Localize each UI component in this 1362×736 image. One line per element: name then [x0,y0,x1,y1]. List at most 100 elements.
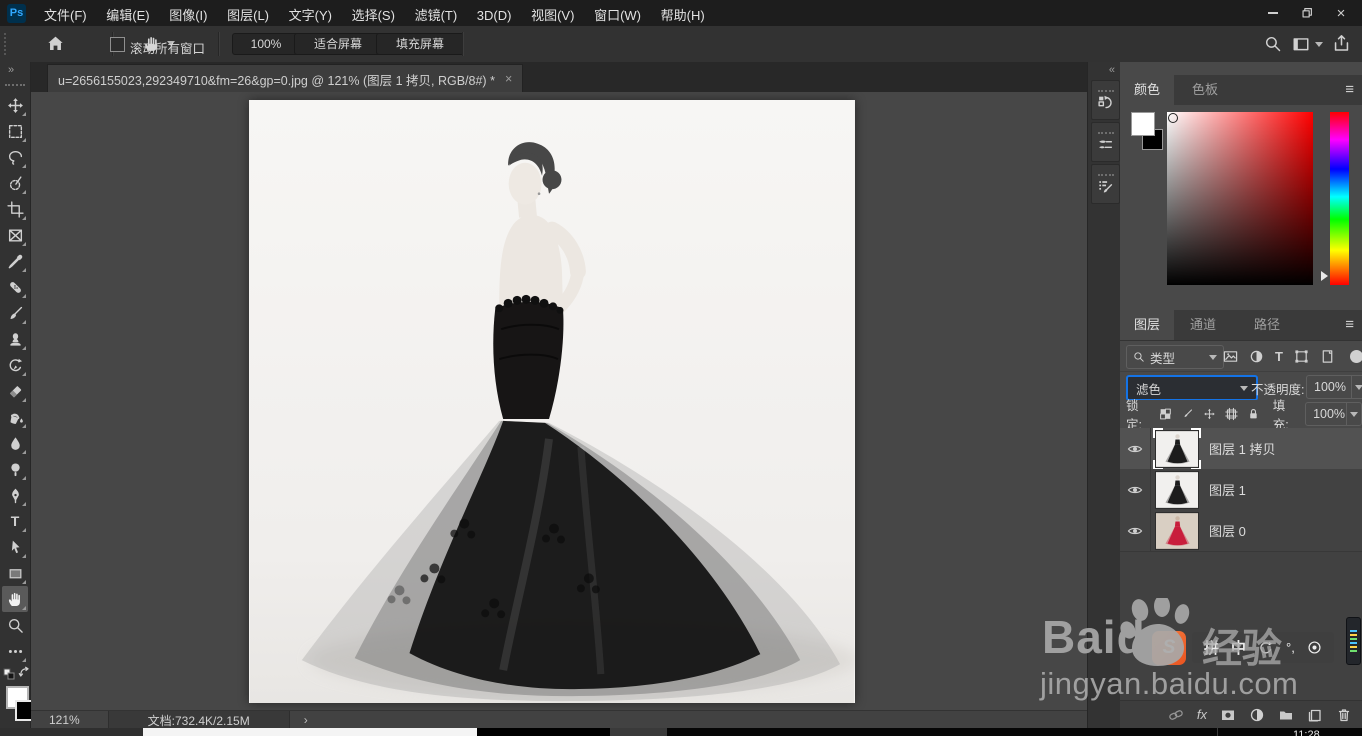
menu-filter[interactable]: 滤镜(T) [407,0,466,29]
dock-expand-icon[interactable]: « [1109,64,1115,76]
menu-3d[interactable]: 3D(D) [469,3,520,28]
visibility-toggle[interactable] [1120,469,1151,510]
taskbar-light-segment[interactable] [143,728,477,736]
menu-type[interactable]: 文字(Y) [281,0,340,29]
restore-button[interactable] [1290,0,1324,26]
toolbar-grip[interactable] [5,84,25,86]
zoom-100-button[interactable]: 100% [232,33,300,55]
add-layer-mask-icon[interactable] [1220,707,1236,723]
lock-artboard-icon[interactable] [1225,407,1238,421]
layer-row[interactable]: 图层 1 [1120,469,1362,511]
hue-slider-arrow[interactable] [1321,271,1328,281]
tab-layers[interactable]: 图层 [1120,310,1175,340]
clone-stamp-tool[interactable] [2,326,28,352]
eyedropper-tool[interactable] [2,248,28,274]
blur-tool[interactable] [2,430,28,456]
layer-filter-type-dropdown[interactable]: 类型 [1126,345,1224,369]
layer-style-fx-icon[interactable]: fx [1197,707,1207,722]
minimize-button[interactable] [1256,0,1290,26]
layer-row[interactable]: 图层 0 [1120,510,1362,552]
brush-tool[interactable] [2,300,28,326]
crop-tool[interactable] [2,196,28,222]
history-panel-button[interactable] [1091,80,1120,120]
zoom-level-field[interactable]: 121% [49,713,80,727]
rectangular-marquee-tool[interactable] [2,118,28,144]
menu-help[interactable]: 帮助(H) [653,0,713,29]
rectangle-tool[interactable] [2,560,28,586]
panel-menu-icon[interactable]: ≡ [1345,81,1354,98]
path-selection-tool[interactable] [2,534,28,560]
taskbar-app-segment[interactable] [610,728,667,736]
fit-screen-button[interactable]: 适合屏幕 [294,33,382,55]
delete-layer-icon[interactable] [1336,707,1352,723]
tab-paths[interactable]: 路径 [1240,310,1294,340]
tab-swatches[interactable]: 色板 [1178,75,1232,105]
pixel-layer-filter-icon[interactable] [1223,349,1238,364]
layer-thumbnail[interactable] [1155,470,1199,509]
layer-name[interactable]: 图层 0 [1209,521,1246,540]
panel-menu-icon[interactable]: ≡ [1345,316,1354,333]
menu-window[interactable]: 窗口(W) [586,0,649,29]
sogou-logo[interactable]: S [1152,631,1186,665]
eraser-tool[interactable] [2,378,28,404]
taskbar-tray[interactable]: 11:28 [667,728,1362,736]
workspace-switcher[interactable] [1292,35,1323,53]
more-tools-button[interactable] [2,638,28,664]
layer-name[interactable]: 图层 1 [1209,480,1246,499]
menu-select[interactable]: 选择(S) [344,0,403,29]
close-button[interactable]: × [1324,0,1358,26]
hue-slider[interactable] [1330,112,1349,285]
ime-pinyin-mode[interactable]: 拼 [1204,637,1219,658]
move-tool[interactable] [2,92,28,118]
search-button[interactable] [1264,35,1282,53]
layer-thumbnail[interactable] [1153,427,1201,470]
ime-sync-icon[interactable] [1258,640,1274,656]
type-tool[interactable]: T [2,508,28,534]
layer-name[interactable]: 图层 1 拷贝 [1209,439,1275,458]
fill-screen-button[interactable]: 填充屏幕 [376,33,464,55]
brush-settings-panel-button[interactable] [1091,164,1120,204]
share-button[interactable] [1332,34,1351,53]
history-brush-tool[interactable] [2,352,28,378]
menu-view[interactable]: 视图(V) [523,0,582,29]
status-expand-icon[interactable]: › [304,713,308,727]
adjustment-layer-filter-icon[interactable] [1249,349,1264,364]
link-layers-icon[interactable] [1168,707,1184,723]
layer-row[interactable]: 图层 1 拷贝 [1120,427,1362,470]
new-adjustment-layer-icon[interactable] [1249,707,1265,723]
lock-pixels-icon[interactable] [1181,407,1194,421]
menu-layer[interactable]: 图层(L) [219,0,277,29]
canvas-image[interactable] [249,100,855,703]
ime-punct-mode[interactable]: °, [1286,640,1295,655]
lock-transparency-icon[interactable] [1159,407,1172,421]
fill-dropdown[interactable]: 100% [1305,402,1362,426]
pen-tool[interactable] [2,482,28,508]
document-tab[interactable]: u=2656155023,292349710&fm=26&gp=0.jpg @ … [47,64,524,93]
ime-settings-icon[interactable] [1307,640,1322,655]
spot-healing-brush-tool[interactable] [2,274,28,300]
visibility-toggle[interactable] [1120,510,1151,551]
saturation-brightness-field[interactable] [1167,112,1313,285]
gradient-tool[interactable] [2,404,28,430]
new-layer-icon[interactable] [1307,707,1323,723]
lasso-tool[interactable] [2,144,28,170]
frame-tool[interactable] [2,222,28,248]
filter-pin-icon[interactable] [1350,350,1362,363]
toolbar-collapse-icon[interactable]: » [8,64,14,76]
menu-image[interactable]: 图像(I) [161,0,215,29]
swap-colors-icon[interactable] [18,666,31,679]
quick-selection-tool[interactable] [2,170,28,196]
canvas-pasteboard[interactable] [31,92,1087,710]
zoom-tool[interactable] [2,612,28,638]
dodge-tool[interactable] [2,456,28,482]
panel-foreground-swatch[interactable] [1131,112,1155,136]
visibility-toggle[interactable] [1120,428,1151,469]
color-picker-marker[interactable] [1168,113,1178,123]
hand-tool[interactable] [2,586,28,612]
type-layer-filter-icon[interactable]: T [1275,349,1283,364]
ime-mini-bar[interactable] [1346,617,1361,665]
ime-chinese-mode[interactable]: 中 [1231,637,1246,658]
shape-layer-filter-icon[interactable] [1294,349,1309,364]
lock-position-icon[interactable] [1203,407,1216,421]
menu-file[interactable]: 文件(F) [36,0,95,29]
